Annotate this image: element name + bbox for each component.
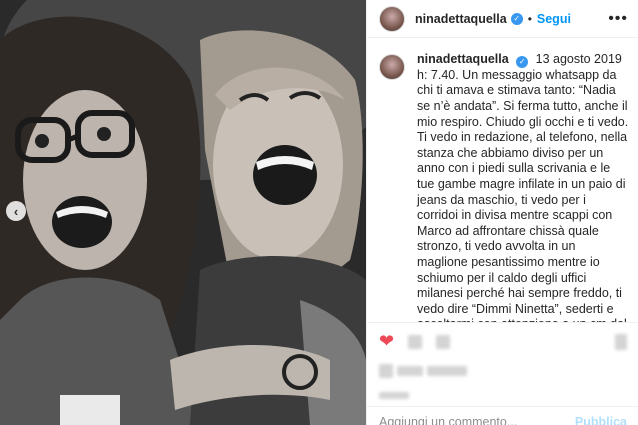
comment-bar: Pubblica bbox=[367, 406, 638, 425]
carousel-prev-icon[interactable]: ‹ bbox=[6, 201, 26, 221]
actions-section: ❤ bbox=[367, 322, 638, 399]
verified-icon: ✓ bbox=[510, 12, 523, 25]
blurred-avatar bbox=[379, 364, 393, 378]
blurred-icon bbox=[408, 334, 423, 349]
blurred-text bbox=[397, 366, 423, 376]
action-row: ❤ bbox=[379, 331, 627, 352]
blurred-icon bbox=[615, 333, 627, 350]
post-side-panel: ninadettaquella ✓ • Segui ••• ninadettaq… bbox=[366, 0, 638, 425]
post-photo[interactable]: ‹ bbox=[0, 0, 366, 425]
blurred-icon bbox=[436, 334, 451, 349]
date-row-blurred bbox=[379, 386, 627, 404]
caption-username[interactable]: ninadettaquella bbox=[417, 52, 509, 66]
verified-icon: ✓ bbox=[516, 55, 529, 68]
separator-dot: • bbox=[527, 11, 532, 26]
photo-illustration bbox=[0, 0, 366, 425]
blurred-text bbox=[379, 392, 409, 399]
caption-area: ninadettaquella ✓ 13 agosto 2019 h: 7.40… bbox=[367, 44, 638, 322]
post-header: ninadettaquella ✓ • Segui ••• bbox=[367, 0, 638, 38]
blurred-text bbox=[427, 366, 467, 376]
caption: ninadettaquella ✓ 13 agosto 2019 h: 7.40… bbox=[417, 52, 629, 322]
follow-button[interactable]: Segui bbox=[537, 12, 571, 26]
heart-filled-icon[interactable]: ❤ bbox=[379, 331, 394, 352]
caption-text: 13 agosto 2019 h: 7.40. Un messaggio wha… bbox=[417, 52, 629, 322]
more-options-icon[interactable]: ••• bbox=[608, 10, 628, 28]
caption-avatar[interactable] bbox=[379, 54, 405, 80]
publish-button[interactable]: Pubblica bbox=[575, 415, 627, 425]
header-username[interactable]: ninadettaquella bbox=[415, 12, 507, 26]
comment-input[interactable] bbox=[379, 415, 569, 425]
likes-row-blurred bbox=[379, 364, 627, 378]
avatar[interactable] bbox=[379, 5, 405, 32]
